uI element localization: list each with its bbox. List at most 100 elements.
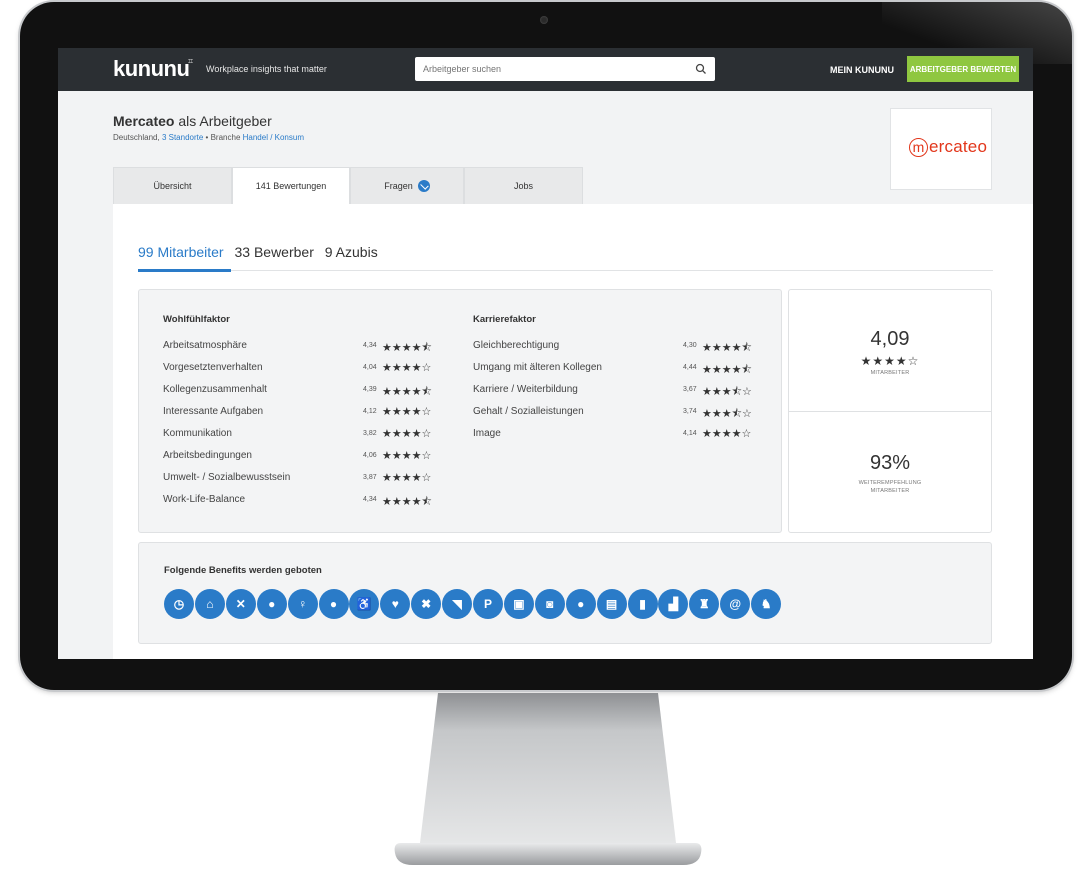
wohlfuehl-row: Kollegenzusammenhalt 4,39 ★★★★⯪: [163, 384, 443, 398]
clock-icon[interactable]: ◷: [164, 589, 194, 619]
karriere-stars: ★★★★⯪: [702, 364, 752, 376]
cutlery-icon[interactable]: ✕: [225, 589, 256, 619]
wohlfuehl-value: 4,06: [363, 452, 377, 459]
company-car-icon[interactable]: ▤: [596, 589, 627, 619]
wohlfuehl-stars: ★★★★⯪: [382, 496, 432, 508]
subtab-azubis[interactable]: 9 Azubis: [325, 244, 378, 260]
recommendation-caption: WEITEREMPFEHLUNG: [858, 480, 922, 486]
company-meta: Deutschland, 3 Standorte • Branche Hande…: [113, 133, 304, 142]
wohlfuehlfaktor-heading: Wohlfühlfaktor: [163, 314, 230, 325]
benefits-heading: Folgende Benefits werden geboten: [164, 565, 322, 576]
card-divider: [789, 411, 991, 412]
wohlfuehl-name: Kollegenzusammenhalt: [163, 384, 267, 395]
search-input[interactable]: [415, 57, 683, 81]
overall-caption: MITARBEITER: [870, 370, 910, 376]
country: Deutschland,: [113, 133, 160, 142]
home-icon[interactable]: ⌂: [194, 589, 225, 619]
check-badge-icon: [417, 180, 430, 192]
overall-score-card: 4,09 ★★★★☆ MITARBEITER 93% WEITEREMPFEHL…: [788, 289, 992, 533]
tab-jobs[interactable]: Jobs: [464, 167, 583, 204]
karriere-name: Umgang mit älteren Kollegen: [473, 362, 602, 373]
company-suffix: als Arbeitgeber: [178, 113, 272, 129]
tab-bewertungen[interactable]: 141 Bewertungen: [232, 167, 350, 204]
factor-scores: Wohlfühlfaktor Arbeitsatmosphäre 4,34 ★★★★…: [138, 289, 782, 533]
mein-kununu-link[interactable]: MEIN KUNUNU: [830, 65, 894, 75]
karriere-row: Karriere / Weiterbildung 3,67 ★★★⯪☆: [473, 384, 763, 398]
wohlfuehl-value: 4,04: [363, 364, 377, 371]
karrierefaktor-heading: Karrierefaktor: [473, 314, 536, 325]
internet-icon[interactable]: @: [720, 589, 751, 619]
karriere-value: 4,30: [683, 342, 697, 349]
mercateo-logo: m ercateo: [909, 137, 987, 157]
review-subtabs: 99 Mitarbeiter 33 Bewerber 9 Azubis: [138, 244, 385, 260]
karriere-value: 3,67: [683, 386, 697, 393]
wohlfuehl-row: Interessante Aufgaben 4,12 ★★★★☆: [163, 406, 443, 420]
recommendation-rate: 93%: [869, 452, 911, 474]
tab-fragen[interactable]: Fragen: [350, 167, 464, 204]
wohlfuehl-value: 4,34: [363, 496, 377, 503]
standorte-link[interactable]: 3 Standorte: [162, 133, 203, 142]
coaching-icon[interactable]: ◥: [442, 589, 473, 619]
wohlfuehl-stars: ★★★★☆: [382, 472, 432, 484]
overall-stars: ★★★★☆: [860, 354, 920, 368]
meals-icon[interactable]: ●: [565, 589, 596, 619]
branche-label: Branche: [210, 133, 241, 142]
wohlfuehl-value: 4,34: [363, 342, 377, 349]
karriere-name: Gehalt / Sozialleistungen: [473, 406, 584, 417]
wohlfuehl-value: 4,12: [363, 408, 377, 415]
karriere-row: Gehalt / Sozialleistungen 3,74 ★★★⯪☆: [473, 406, 763, 420]
subtab-mitarbeiter[interactable]: 99 Mitarbeiter: [138, 244, 224, 260]
wohlfuehl-name: Work-Life-Balance: [163, 494, 246, 505]
karriere-stars: ★★★★☆: [702, 428, 752, 440]
phone-icon[interactable]: ▮: [627, 589, 658, 619]
discount-icon[interactable]: ✖: [411, 589, 442, 619]
events-icon[interactable]: ♜: [689, 589, 720, 619]
company-name: Mercateo: [113, 113, 175, 129]
karriere-value: 4,44: [683, 364, 697, 371]
parking-icon[interactable]: P: [473, 589, 503, 619]
camera-dot: [540, 16, 548, 24]
wohlfuehl-value: 4,39: [363, 386, 377, 393]
piggybank-icon[interactable]: ●: [318, 589, 349, 619]
karriere-name: Image: [473, 428, 501, 439]
top-navigation: kununu ⌗ Workplace insights that matter …: [58, 48, 1033, 91]
wohlfuehl-row: Arbeitsbedingungen 4,06 ★★★★☆: [163, 450, 443, 464]
dog-icon[interactable]: ♞: [751, 589, 782, 619]
search-icon[interactable]: [695, 63, 707, 75]
karriere-stars: ★★★⯪☆: [702, 386, 752, 398]
karriere-stars: ★★★⯪☆: [702, 408, 752, 420]
search-box[interactable]: [415, 57, 715, 81]
company-logo-card: m ercateo: [890, 108, 992, 190]
health-icon[interactable]: ●: [256, 589, 287, 619]
wohlfuehl-value: 3,87: [363, 474, 377, 481]
meta-separator: •: [205, 133, 209, 142]
karriere-stars: ★★★★⯪: [702, 342, 752, 354]
wohlfuehl-stars: ★★★★☆: [382, 362, 432, 374]
wohlfuehl-row: Arbeitsatmosphäre 4,34 ★★★★⯪: [163, 340, 443, 354]
childcare-icon[interactable]: ♀: [287, 589, 318, 619]
heart-icon[interactable]: ♥: [380, 589, 411, 619]
accessibility-icon[interactable]: ♿: [349, 589, 380, 619]
arbeitgeber-bewerten-button[interactable]: ARBEITGEBER BEWERTEN: [907, 56, 1019, 82]
active-subtab-indicator: [138, 269, 231, 272]
wohlfuehl-stars: ★★★★⯪: [382, 386, 432, 398]
subtab-divider: [138, 270, 993, 271]
branche-link[interactable]: Handel / Konsum: [243, 133, 304, 142]
kununu-logo[interactable]: kununu: [113, 56, 190, 82]
coffee-icon[interactable]: ◙: [534, 589, 565, 619]
subtab-bewerber[interactable]: 33 Bewerber: [234, 244, 313, 260]
wohlfuehl-stars: ★★★★☆: [382, 406, 432, 418]
monitor-stand: [394, 693, 702, 865]
wohlfuehl-name: Vorgesetztenverhalten: [163, 362, 263, 373]
browser-screen: kununu ⌗ Workplace insights that matter …: [58, 48, 1033, 659]
bonus-icon[interactable]: ▟: [658, 589, 689, 619]
public-transport-icon[interactable]: ▣: [503, 589, 534, 619]
tab-uebersicht[interactable]: Übersicht: [113, 167, 232, 204]
recommendation-subcaption: MITARBEITER: [870, 488, 910, 494]
karriere-value: 3,74: [683, 408, 697, 415]
karriere-row: Image 4,14 ★★★★☆: [473, 428, 763, 442]
reviews-panel: 99 Mitarbeiter 33 Bewerber 9 Azubis Wohl…: [113, 204, 1033, 659]
wohlfuehl-name: Arbeitsbedingungen: [163, 450, 252, 461]
wohlfuehl-name: Umwelt- / Sozialbewusstsein: [163, 472, 291, 483]
karriere-value: 4,14: [683, 430, 697, 437]
